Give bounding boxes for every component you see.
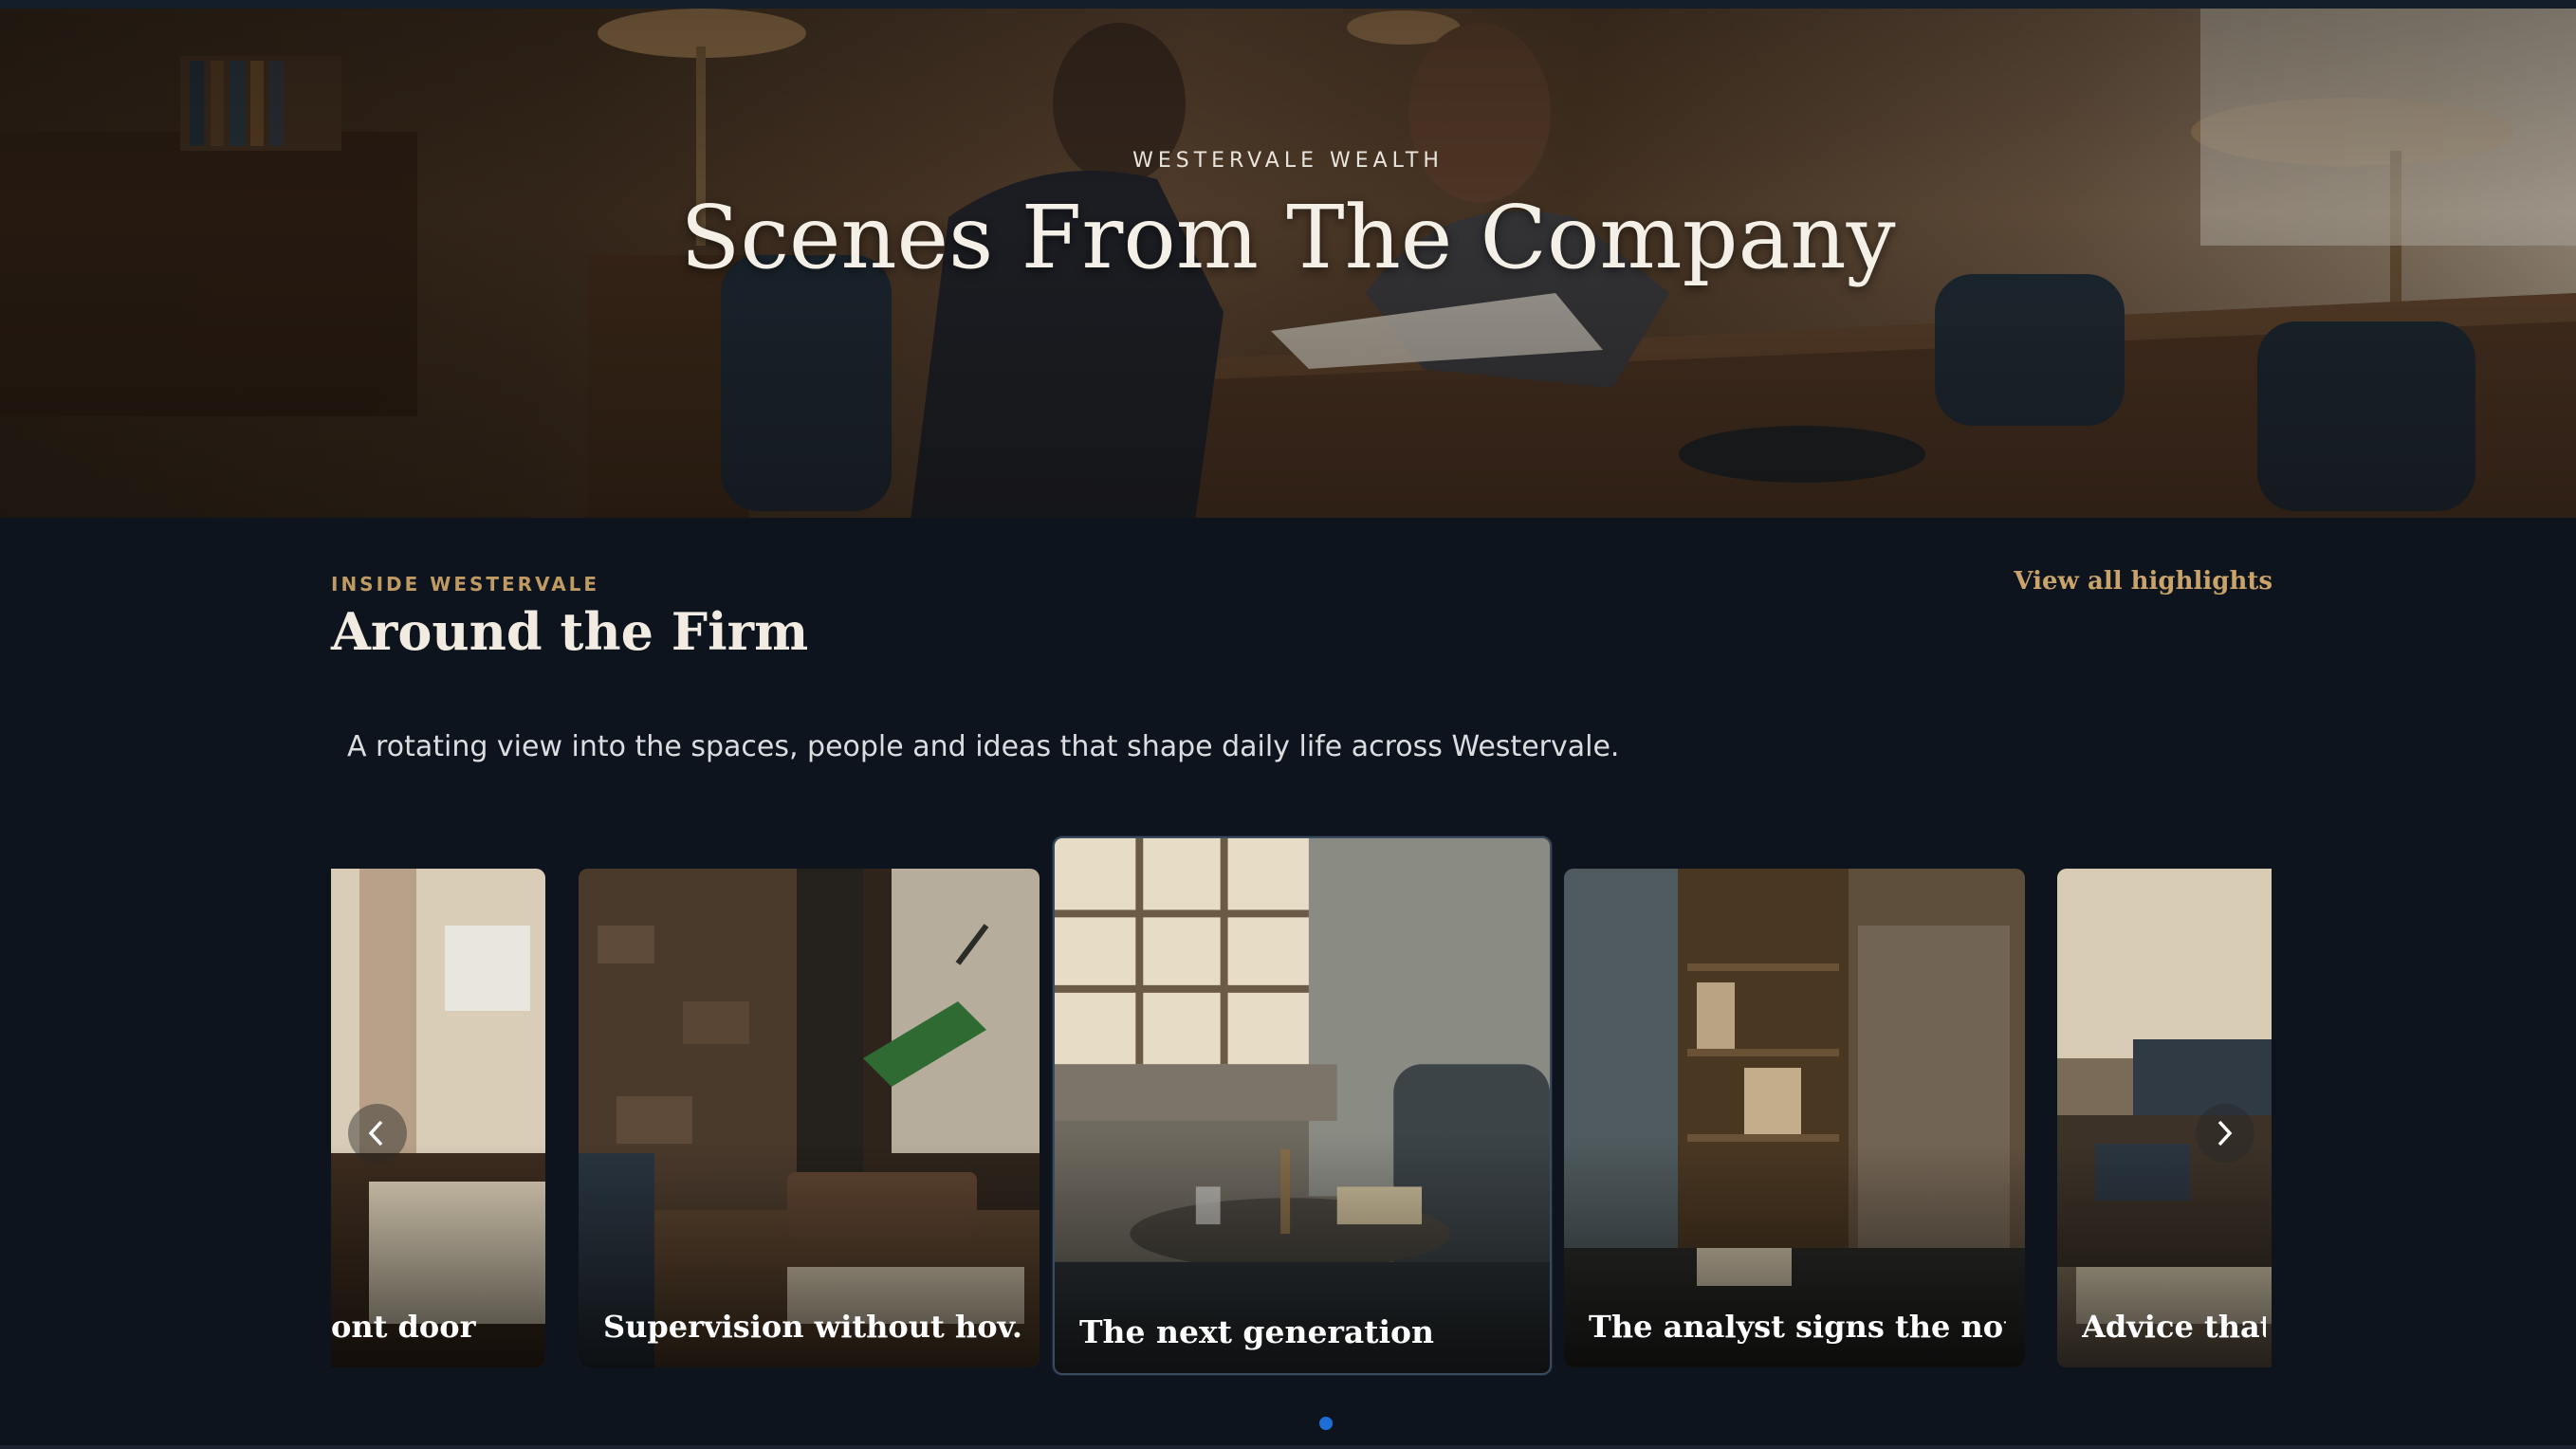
pagination-dot-active[interactable] — [1319, 1417, 1333, 1430]
hero-banner: WESTERVALE WEALTH Scenes From The Compan… — [0, 9, 2576, 518]
card-title: The next generation — [1079, 1313, 1435, 1350]
section-title: Around the Firm — [331, 601, 809, 662]
top-bar — [0, 0, 2576, 9]
carousel-card-active[interactable]: The next generation — [1053, 836, 1552, 1375]
hero-title: Scenes From The Company — [680, 187, 1896, 288]
card-title: Advice that l — [2082, 1309, 2266, 1345]
card-title: ont door — [331, 1309, 476, 1345]
chevron-right-icon — [2217, 1120, 2233, 1146]
carousel-prev-button[interactable] — [348, 1104, 407, 1163]
section-eyebrow: INSIDE WESTERVALE — [331, 573, 600, 596]
carousel-card[interactable]: Supervision without hov... — [579, 869, 1040, 1367]
carousel-pagination — [1319, 1417, 1333, 1430]
hero-eyebrow: WESTERVALE WEALTH — [1132, 149, 1444, 173]
bottom-divider — [0, 1445, 2576, 1449]
carousel-card[interactable]: The analyst signs the note — [1564, 869, 2025, 1367]
card-title: The analyst signs the note — [1589, 1309, 2006, 1345]
view-all-highlights-link[interactable]: View all highlights — [2014, 567, 2272, 596]
carousel-next-button[interactable] — [2196, 1104, 2254, 1163]
section-description: A rotating view into the spaces, people … — [347, 730, 1620, 763]
highlights-carousel: ont door Supervision without hov... The … — [331, 831, 2272, 1381]
chevron-left-icon — [368, 1120, 383, 1146]
card-title: Supervision without hov... — [603, 1309, 1021, 1345]
